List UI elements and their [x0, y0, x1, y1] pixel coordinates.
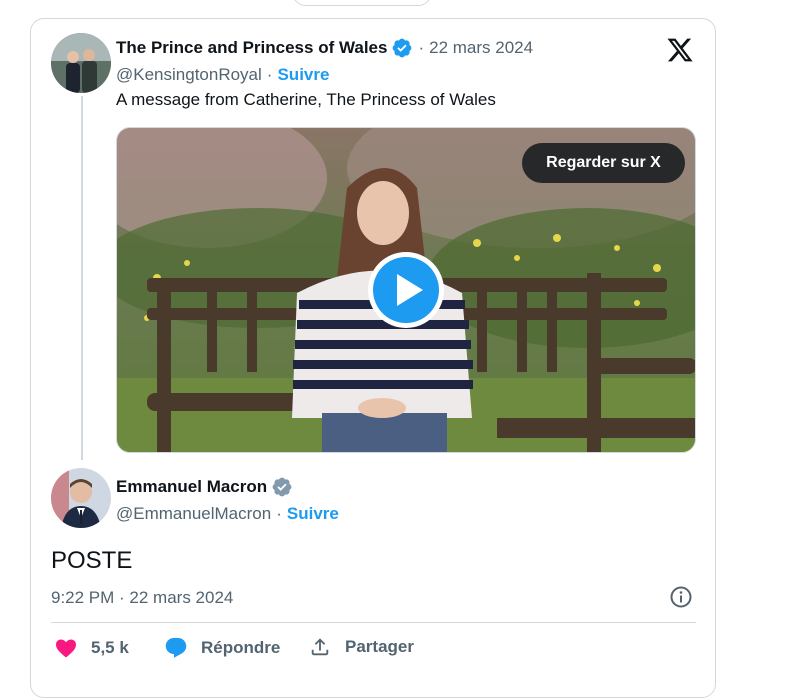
- tweet-header: The Prince and Princess of Wales · 22 ma…: [116, 37, 533, 59]
- reply-text: POSTE: [51, 547, 133, 574]
- reply-handle-row: @EmmanuelMacron · Suivre: [116, 504, 339, 524]
- reply-follow-link[interactable]: Suivre: [287, 504, 339, 524]
- play-icon[interactable]: [366, 250, 446, 330]
- separator-dot: ·: [266, 65, 273, 84]
- verified-badge-icon: [391, 37, 413, 59]
- info-icon[interactable]: [669, 585, 693, 609]
- author-name[interactable]: The Prince and Princess of Wales: [116, 38, 387, 58]
- verified-badge-icon: [271, 476, 293, 498]
- reply-button[interactable]: Répondre: [164, 636, 280, 660]
- tweet-text: A message from Catherine, The Princess o…: [116, 90, 496, 109]
- x-logo-icon[interactable]: [666, 36, 694, 64]
- author-handle[interactable]: @KensingtonRoyal: [116, 65, 262, 85]
- separator-dot: ·: [418, 38, 425, 57]
- share-icon: [309, 636, 331, 658]
- follow-link[interactable]: Suivre: [277, 65, 329, 85]
- avatar-macron[interactable]: [51, 468, 111, 528]
- tweet-date[interactable]: 22 mars 2024: [429, 38, 533, 58]
- reply-label: Répondre: [201, 638, 281, 657]
- reply-author-name[interactable]: Emmanuel Macron: [116, 477, 267, 497]
- share-button[interactable]: Partager: [309, 636, 414, 658]
- reply-timestamp[interactable]: 9:22 PM · 22 mars 2024: [51, 588, 233, 608]
- top-pill: [292, 0, 432, 6]
- heart-icon: [54, 636, 78, 660]
- like-count: 5,5 k: [91, 638, 129, 657]
- thread-line: [81, 96, 83, 460]
- watch-on-x-button[interactable]: Regarder sur X: [522, 143, 685, 183]
- avatar-kensington[interactable]: [51, 33, 111, 93]
- reply-author-handle[interactable]: @EmmanuelMacron: [116, 504, 271, 524]
- share-label: Partager: [345, 637, 414, 656]
- reply-header: Emmanuel Macron: [116, 476, 293, 498]
- separator-dot: ·: [276, 504, 282, 523]
- like-button[interactable]: 5,5 k: [54, 636, 129, 660]
- divider: [51, 622, 696, 623]
- reply-icon: [164, 636, 188, 660]
- handle-row: @KensingtonRoyal · Suivre: [116, 65, 329, 85]
